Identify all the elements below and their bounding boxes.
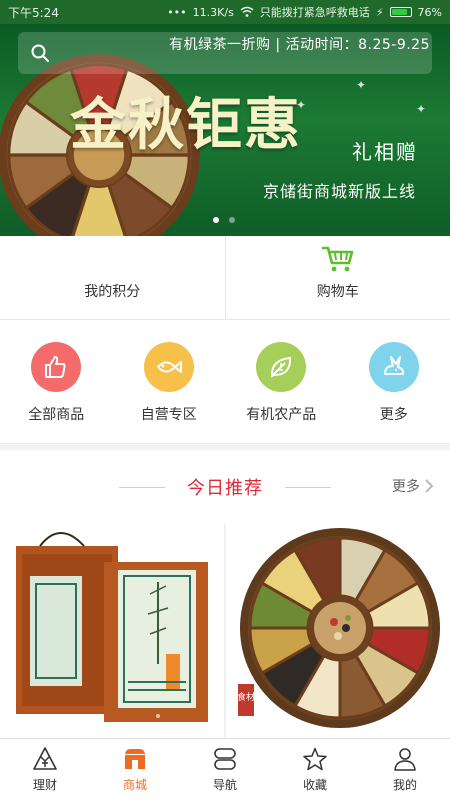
tab-label: 我的: [392, 778, 417, 792]
app-screen: 下午5:24 ••• 11.3K/s 只能拨打紧急呼救电话 ⚡ 76% 有机绿茶…: [0, 0, 450, 800]
category-grid: 全部商品 自营专区 有机农产品 更多: [0, 320, 450, 444]
seal-text: 食材: [237, 691, 255, 703]
product-row: 食材: [0, 524, 450, 738]
battery-percent: 76%: [417, 5, 442, 19]
rabbit-icon: [368, 342, 419, 392]
tab-label: 收藏: [302, 778, 327, 792]
status-time: 下午5:24: [8, 5, 59, 20]
category-label: 有机农产品: [246, 407, 317, 423]
category-organic[interactable]: 有机农产品: [225, 320, 338, 443]
product-card[interactable]: [0, 524, 224, 738]
thumbs-up-icon: [31, 342, 82, 392]
carousel-dots[interactable]: [213, 217, 235, 223]
shop-icon: [125, 749, 145, 769]
category-all-products[interactable]: 全部商品: [0, 320, 113, 443]
recommend-header: 今日推荐 更多: [0, 450, 450, 524]
banner-promo-text: 有机绿茶一折购 | 活动时间：8.25-9.25: [168, 37, 430, 53]
leaf-icon: [256, 342, 307, 392]
tab-favorites[interactable]: 收藏: [270, 739, 360, 800]
category-self-operated[interactable]: 自营专区: [113, 320, 226, 443]
battery-icon: [389, 7, 412, 17]
category-label: 全部商品: [28, 407, 85, 423]
promo-banner[interactable]: 有机绿茶一折购 | 活动时间：8.25-9.25 金秋钜惠 礼相赠 京储街商城新…: [0, 24, 450, 236]
category-label: 更多: [379, 407, 408, 423]
grain-platter-image: 食材: [226, 524, 450, 738]
sparkle-icon: ✦: [356, 78, 367, 92]
tab-mine[interactable]: 我的: [360, 739, 450, 800]
status-right: ••• 11.3K/s 只能拨打紧急呼救电话 ⚡ 76%: [167, 4, 442, 20]
my-points-button[interactable]: 我的积分: [0, 236, 225, 319]
fish-icon: [143, 342, 194, 392]
quick-links: 我的积分 购物车: [0, 236, 450, 320]
cart-icon: [321, 246, 354, 272]
star-icon: [303, 747, 327, 771]
tab-navigation[interactable]: 导航: [180, 739, 270, 800]
carousel-dot[interactable]: [213, 217, 219, 223]
search-icon[interactable]: [30, 43, 50, 63]
my-points-label: 我的积分: [84, 284, 141, 300]
more-label: 更多: [392, 479, 420, 495]
banner-title: 金秋钜惠: [70, 92, 302, 158]
chevron-right-icon: [425, 479, 434, 493]
status-bar: 下午5:24 ••• 11.3K/s 只能拨打紧急呼救电话 ⚡ 76%: [0, 0, 450, 24]
carrier-text: 只能拨打紧急呼救电话: [259, 6, 370, 19]
cart-label: 购物车: [316, 284, 359, 300]
carousel-dot[interactable]: [229, 217, 235, 223]
more-link[interactable]: 更多: [392, 476, 434, 496]
sparkle-icon: ✦: [416, 102, 427, 116]
yuan-icon: [33, 747, 57, 770]
cart-button[interactable]: 购物车: [224, 236, 450, 319]
wifi-icon: [240, 6, 254, 17]
gift-box-image: [0, 524, 224, 738]
divider-line: [119, 486, 165, 488]
divider-line: [285, 486, 331, 488]
tab-label: 商城: [122, 778, 147, 792]
tab-mall[interactable]: 商城: [90, 739, 180, 800]
category-more[interactable]: 更多: [338, 320, 450, 443]
user-icon: [394, 748, 416, 771]
charging-icon: ⚡: [375, 5, 384, 19]
recommend-title: 今日推荐: [187, 478, 263, 499]
product-card[interactable]: 食材: [226, 524, 450, 738]
banner-gift-text: 礼相赠: [352, 140, 418, 164]
tab-finance[interactable]: 理财: [0, 739, 90, 800]
sparkle-icon: ✦: [296, 98, 307, 112]
network-speed: 11.3K/s: [192, 5, 234, 19]
tab-label: 导航: [212, 778, 237, 792]
banner-subtitle: 京储街商城新版上线: [262, 182, 416, 201]
navigation-icon: [214, 748, 236, 770]
bottom-tab-bar: 理财 商城 导航 收藏 我的: [0, 738, 450, 800]
category-label: 自营专区: [140, 407, 197, 423]
signal-dots-icon: •••: [167, 5, 187, 19]
tab-label: 理财: [32, 778, 57, 792]
